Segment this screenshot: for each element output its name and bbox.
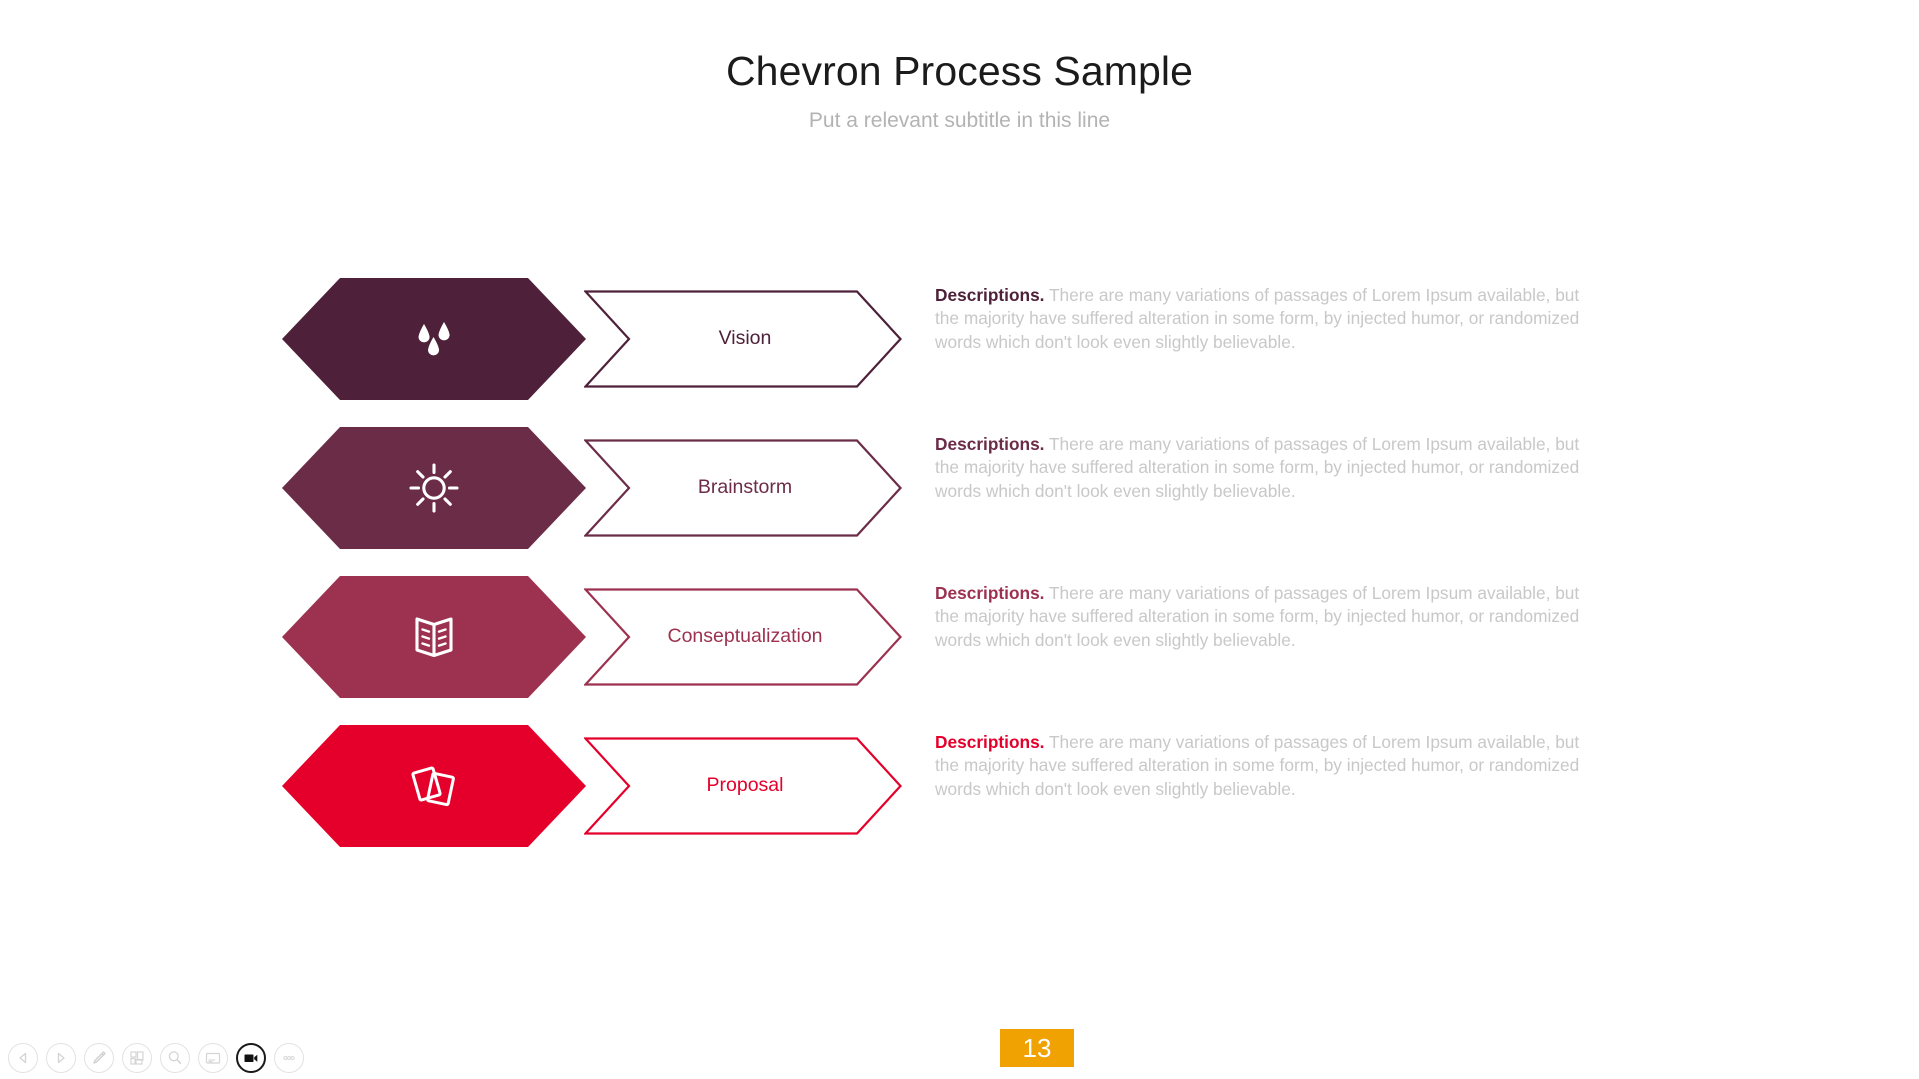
description-lead-3: Descriptions. (935, 583, 1045, 603)
slide-header: Chevron Process Sample Put a relevant su… (0, 48, 1919, 133)
description-lead-1: Descriptions. (935, 285, 1045, 305)
step-label-4: Proposal (706, 774, 784, 797)
water-drops-icon (282, 278, 586, 400)
step-hexagon-2[interactable] (282, 427, 586, 549)
magnifier-icon (168, 1051, 182, 1065)
notes-icon (205, 1052, 221, 1064)
step-description-3: Descriptions. There are many variations … (935, 582, 1595, 652)
more-options-button[interactable] (274, 1043, 304, 1073)
page-number-badge: 13 (1000, 1029, 1074, 1067)
open-book-icon (282, 576, 586, 698)
step-description-4: Descriptions. There are many variations … (935, 731, 1595, 801)
page-title: Chevron Process Sample (725, 48, 1194, 94)
triangle-right-icon (57, 1052, 65, 1064)
page-subtitle: Put a relevant subtitle in this line (808, 109, 1111, 133)
cards-icon (282, 725, 586, 847)
process-row: Proposal Descriptions. There are many va… (0, 725, 1919, 847)
step-chevron-2[interactable]: Brainstorm (584, 439, 902, 537)
previous-slide-button[interactable] (8, 1043, 38, 1073)
pen-icon (93, 1051, 106, 1064)
video-button[interactable] (236, 1043, 266, 1073)
step-chevron-3[interactable]: Conseptualization (584, 588, 902, 686)
presentation-toolbar (8, 1043, 304, 1073)
process-row: Conseptualization Descriptions. There ar… (0, 576, 1919, 698)
slide-grid-button[interactable] (122, 1043, 152, 1073)
process-row: Brainstorm Descriptions. There are many … (0, 427, 1919, 549)
description-lead-2: Descriptions. (935, 434, 1045, 454)
pen-tool-button[interactable] (84, 1043, 114, 1073)
step-label-1: Vision (718, 327, 772, 350)
process-row: Vision Descriptions. There are many vari… (0, 278, 1919, 400)
step-label-2: Brainstorm (697, 476, 793, 499)
ellipsis-icon (283, 1055, 295, 1061)
step-hexagon-1[interactable] (282, 278, 586, 400)
step-description-1: Descriptions. There are many variations … (935, 284, 1595, 354)
step-label-3: Conseptualization (667, 625, 823, 648)
zoom-button[interactable] (160, 1043, 190, 1073)
grid-icon (130, 1051, 144, 1065)
step-hexagon-4[interactable] (282, 725, 586, 847)
chevron-process-diagram: Vision Descriptions. There are many vari… (0, 278, 1919, 847)
video-camera-icon (244, 1054, 258, 1062)
step-chevron-1[interactable]: Vision (584, 290, 902, 388)
description-lead-4: Descriptions. (935, 732, 1045, 752)
presenter-notes-button[interactable] (198, 1043, 228, 1073)
step-chevron-4[interactable]: Proposal (584, 737, 902, 835)
slide-canvas: Chevron Process Sample Put a relevant su… (0, 0, 1919, 1079)
triangle-left-icon (19, 1052, 27, 1064)
step-hexagon-3[interactable] (282, 576, 586, 698)
next-slide-button[interactable] (46, 1043, 76, 1073)
step-description-2: Descriptions. There are many variations … (935, 433, 1595, 503)
sun-icon (282, 427, 586, 549)
